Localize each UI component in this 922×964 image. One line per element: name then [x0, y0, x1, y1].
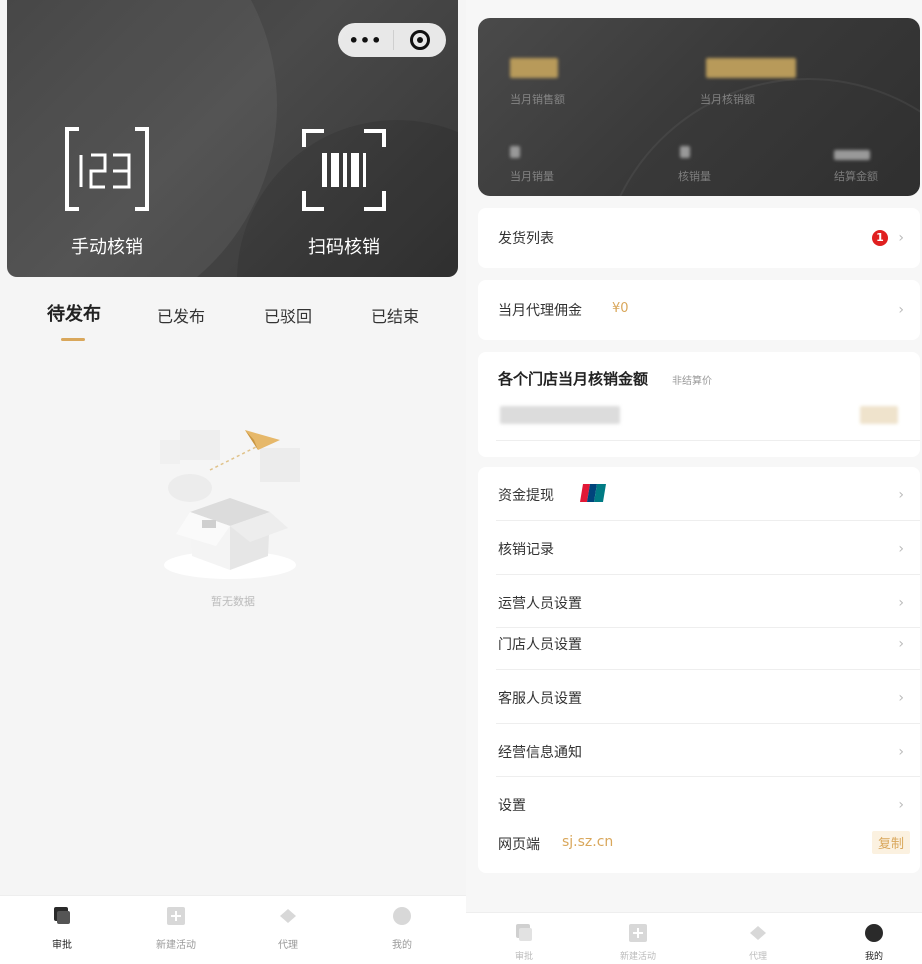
- blurred-store-name: [500, 406, 620, 424]
- chevron-right-icon: ›: [898, 302, 904, 318]
- verify-records-label[interactable]: 核销记录: [498, 539, 554, 559]
- tabbar-agent-label: 代理: [278, 940, 298, 951]
- empty-box-illustration: [160, 430, 300, 579]
- tabbar-new-activity[interactable]: 新建活动: [598, 923, 678, 962]
- tab-pending[interactable]: 待发布: [47, 300, 101, 326]
- operator-settings-label[interactable]: 运营人员设置: [498, 593, 582, 613]
- blurred-value: [510, 58, 558, 78]
- manual-verify-button[interactable]: 手动核销: [32, 125, 182, 259]
- chevron-right-icon: ›: [898, 744, 904, 760]
- scan-verify-button[interactable]: 扫码核销: [269, 125, 419, 259]
- profile-icon: [393, 907, 411, 925]
- tab-ended[interactable]: 已结束: [371, 303, 419, 327]
- agent-icon: [280, 909, 296, 923]
- bottom-tab-bar: 审批 新建活动 代理 我的: [466, 912, 922, 964]
- web-url: sj.sz.cn: [562, 834, 614, 850]
- blurred-store-amount: [860, 406, 898, 424]
- tabbar-mine[interactable]: 我的: [834, 923, 914, 962]
- scan-verify-label: 扫码核销: [308, 237, 380, 258]
- store-verify-note: 非结算价: [672, 376, 712, 387]
- chevron-right-icon: ›: [898, 230, 904, 246]
- withdraw-label[interactable]: 资金提现: [498, 485, 554, 505]
- tabbar-new-activity-label: 新建活动: [156, 940, 196, 951]
- web-label: 网页端: [498, 837, 540, 853]
- tabbar-agent[interactable]: 代理: [248, 906, 328, 951]
- approval-screen: ••• 手动核销 扫码核销 待发布 已发布 已驳回 已结束 暂无数据 审批 新建…: [0, 0, 466, 964]
- blurred-value: [510, 146, 520, 158]
- profile-icon: [865, 924, 883, 942]
- chevron-right-icon: ›: [898, 636, 904, 652]
- sales-stats-card: 当月销售额 当月核销额 当月销量 核销量 结算金额: [478, 18, 920, 196]
- commission-row[interactable]: 当月代理佣金 ¥0 ›: [478, 280, 920, 340]
- store-verify-title: 各个门店当月核销金额: [498, 370, 649, 388]
- tabbar-approval-label: 审批: [514, 952, 533, 962]
- status-tabs: 待发布 已发布 已驳回 已结束: [0, 300, 466, 350]
- barcode-scan-icon: [302, 129, 386, 211]
- month-sales-count-label: 当月销量: [510, 170, 554, 183]
- blurred-value: [680, 146, 690, 158]
- tab-rejected[interactable]: 已驳回: [264, 303, 312, 327]
- unionpay-icon: [580, 484, 606, 502]
- chevron-right-icon: ›: [898, 595, 904, 611]
- tab-published[interactable]: 已发布: [157, 303, 205, 327]
- tabbar-mine-label: 我的: [392, 940, 412, 951]
- tabbar-agent[interactable]: 代理: [718, 923, 798, 962]
- miniapp-capsule: •••: [338, 23, 446, 57]
- tabbar-approval[interactable]: 审批: [22, 906, 102, 951]
- shipping-list-row[interactable]: 发货列表 1 ›: [478, 208, 920, 268]
- month-verify-label: 当月核销额: [700, 93, 755, 106]
- active-tab-indicator: [61, 338, 85, 341]
- chevron-right-icon: ›: [898, 487, 904, 503]
- approval-icon: [516, 924, 532, 941]
- more-dots-icon[interactable]: •••: [338, 31, 393, 50]
- agent-icon: [750, 926, 766, 940]
- add-activity-icon: [167, 907, 185, 925]
- empty-state-text: 暂无数据: [211, 595, 255, 608]
- commission-label: 当月代理佣金: [498, 303, 582, 319]
- chevron-right-icon: ›: [898, 797, 904, 813]
- blurred-value: [834, 150, 870, 160]
- verify-count-label: 核销量: [678, 170, 711, 183]
- menu-card: 资金提现 › 核销记录 › 运营人员设置 › 门店人员设置 › 客服人员设置 ›…: [478, 467, 920, 829]
- profile-screen: 当月销售额 当月核销额 当月销量 核销量 结算金额 发货列表 1 › 当月代理佣…: [466, 0, 922, 964]
- business-notice-label[interactable]: 经营信息通知: [498, 742, 582, 762]
- settings-label[interactable]: 设置: [498, 795, 526, 815]
- month-sales-label: 当月销售额: [510, 93, 565, 106]
- manual-verify-label: 手动核销: [71, 237, 143, 258]
- tabbar-approval[interactable]: 审批: [484, 923, 564, 962]
- tabbar-agent-label: 代理: [748, 952, 767, 962]
- chevron-right-icon: ›: [898, 690, 904, 706]
- commission-value: ¥0: [612, 301, 629, 316]
- blurred-value: [706, 58, 796, 78]
- add-activity-icon: [629, 924, 647, 942]
- tabbar-new-activity[interactable]: 新建活动: [136, 906, 216, 951]
- verify-header: ••• 手动核销 扫码核销: [7, 0, 458, 277]
- approval-icon: [54, 907, 70, 924]
- tabbar-approval-label: 审批: [52, 940, 72, 951]
- shipping-badge: 1: [872, 230, 888, 246]
- target-icon[interactable]: [394, 30, 446, 50]
- tabbar-new-activity-label: 新建活动: [619, 952, 656, 962]
- tabbar-mine-label: 我的: [864, 952, 883, 962]
- settle-amount-label: 结算金额: [834, 170, 878, 183]
- copy-button[interactable]: 复制: [871, 831, 910, 854]
- store-verify-card: 各个门店当月核销金额 非结算价: [478, 352, 920, 457]
- shipping-list-label: 发货列表: [498, 231, 554, 247]
- manual-input-icon: [65, 127, 149, 211]
- tabbar-mine[interactable]: 我的: [362, 906, 442, 951]
- web-url-row: 网页端 sj.sz.cn 复制: [478, 829, 920, 873]
- store-staff-settings-label[interactable]: 门店人员设置: [498, 634, 582, 654]
- chevron-right-icon: ›: [898, 541, 904, 557]
- bottom-tab-bar: 审批 新建活动 代理 我的: [0, 895, 466, 964]
- service-staff-settings-label[interactable]: 客服人员设置: [498, 688, 582, 708]
